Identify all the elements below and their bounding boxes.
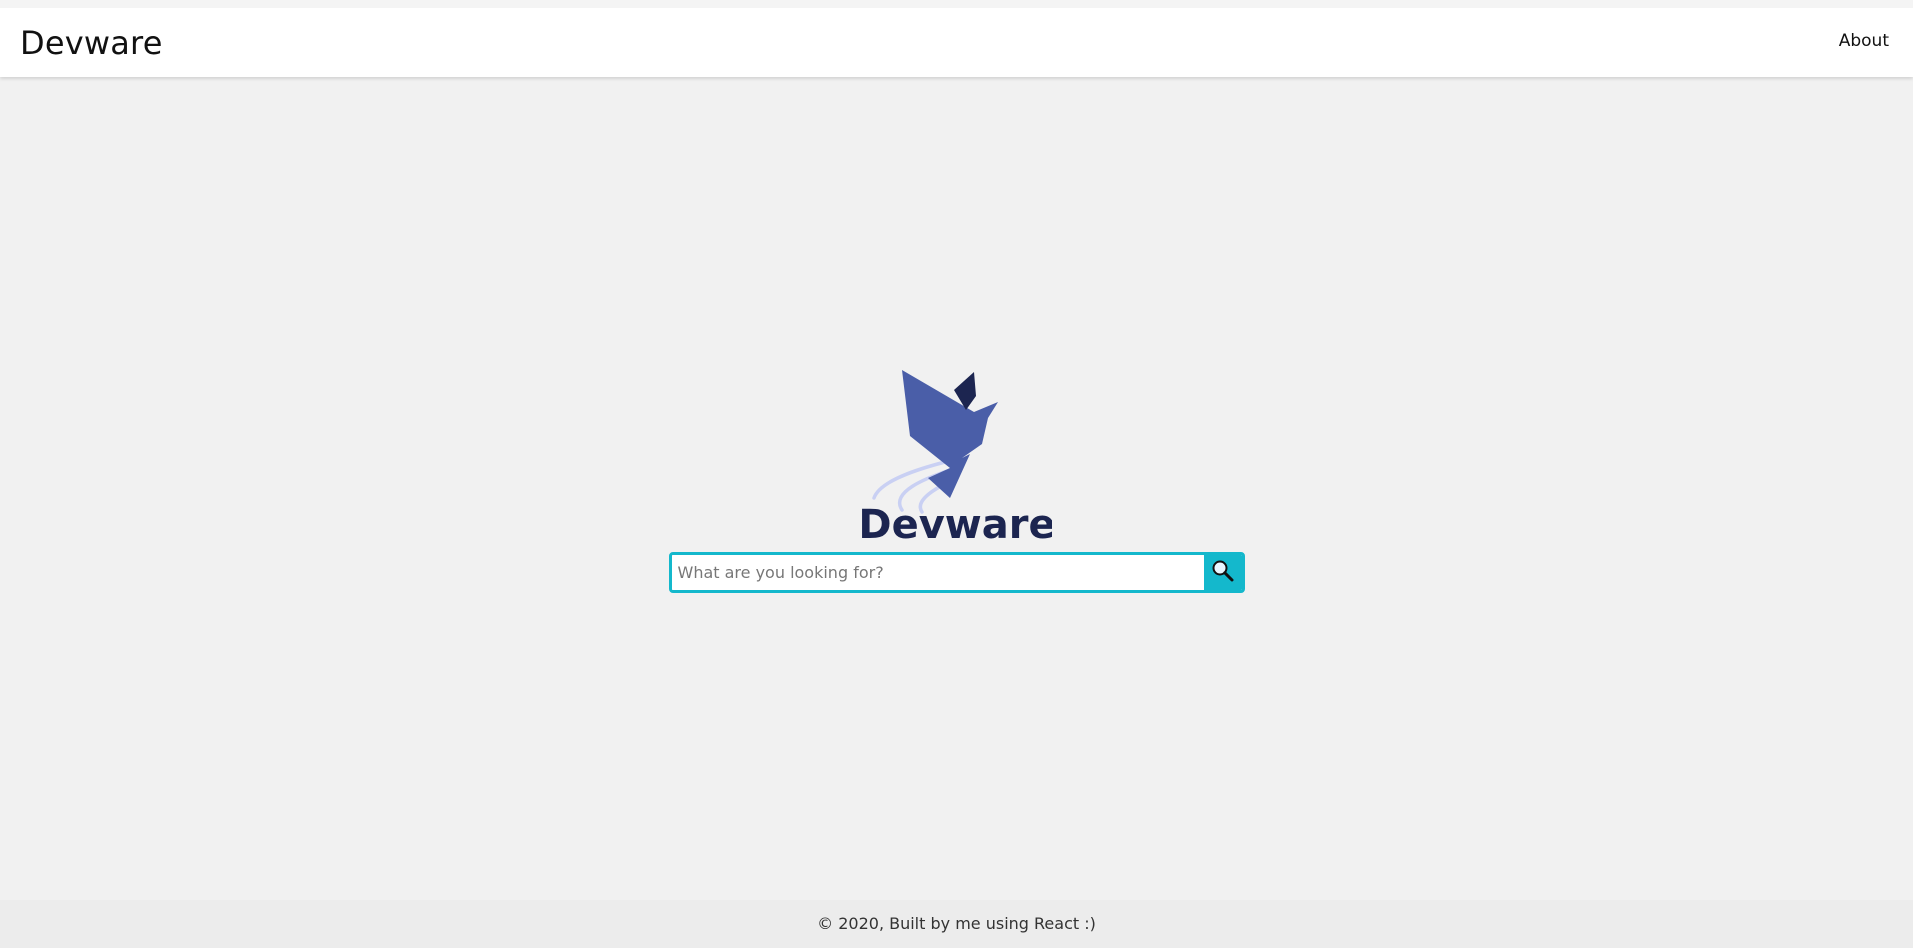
search-button[interactable]: [1203, 555, 1242, 590]
logo-text: Devware: [862, 502, 1052, 544]
footer: © 2020, Built by me using React :): [0, 900, 1913, 948]
hero-section: Devware: [0, 360, 1913, 593]
devware-logo: Devware: [862, 360, 1052, 544]
search-input[interactable]: [671, 555, 1204, 590]
nav-about-link[interactable]: About: [1839, 31, 1889, 51]
footer-text: © 2020, Built by me using React :): [817, 914, 1096, 933]
search-icon: [1211, 559, 1235, 586]
search-bar: [668, 552, 1245, 593]
top-navbar: Devware About: [0, 0, 1913, 77]
origami-bird-icon: [871, 370, 998, 514]
page: Devware About Devware What are you looki…: [0, 0, 1913, 948]
brand-link[interactable]: Devware: [20, 24, 163, 62]
